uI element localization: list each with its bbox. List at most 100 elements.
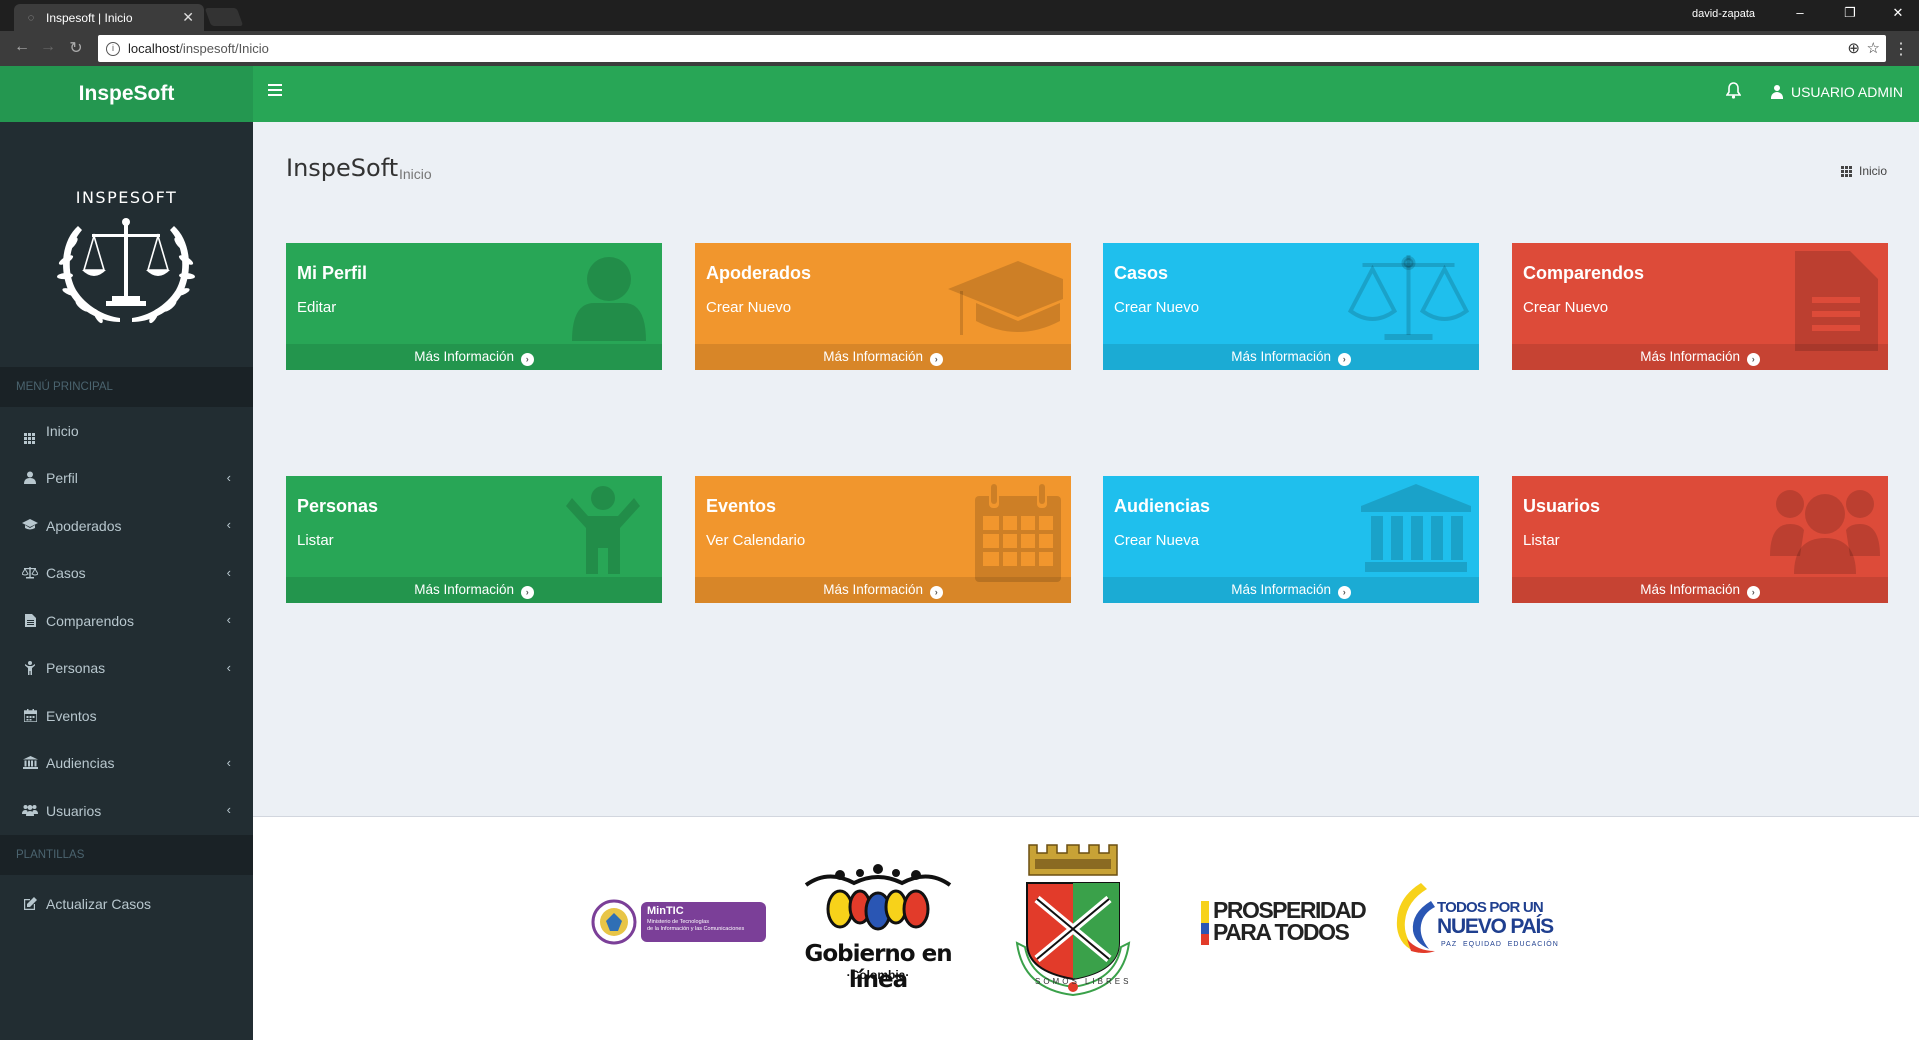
box-comparendos[interactable]: Comparendos Crear Nuevo Más Información … [1512,243,1888,370]
window-close-icon[interactable]: ✕ [1883,5,1913,21]
chevron-left-icon: ‹ [226,469,231,485]
sidebar-item-casos[interactable]: Casos ‹ [0,550,253,598]
sidebar-item-actualizar-casos[interactable]: Actualizar Casos [0,881,253,929]
user-menu[interactable]: USUARIO ADMIN [1770,84,1903,100]
sidebar-item-perfil[interactable]: Perfil ‹ [0,455,253,503]
balance-scale-icon [1347,255,1470,340]
arrow-circle-right-icon: › [929,586,943,599]
sidebar-section-templates: PLANTILLAS [0,834,253,875]
minimize-icon[interactable]: – [1785,5,1815,20]
breadcrumb[interactable]: Inicio [1840,164,1887,178]
browser-tab-strip: ◌ Inspesoft | Inicio ✕ david-zapata – ❐ … [0,0,1919,31]
sidebar-brand-name: INSPESOFT [75,188,178,207]
th-icon [22,424,38,444]
app-logo[interactable]: InspeSoft [0,66,253,122]
box-more-info-link[interactable]: Más Información › [1512,577,1888,603]
page-title: InspeSoft [286,154,399,182]
tab-close-icon[interactable]: ✕ [182,9,194,26]
mintic-subtext: Ministerio de Tecnologías de la Informaci… [647,919,765,933]
arrow-circle-right-icon: › [929,353,943,366]
gobierno-en-linea-country: ·Colombia· [846,968,910,982]
box-more-info-link[interactable]: Más Información › [286,577,662,603]
sidebar-item-personas[interactable]: Personas ‹ [0,645,253,693]
sidebar-item-comparendos[interactable]: Comparendos ‹ [0,597,253,645]
sidebar-toggle-icon[interactable] [268,84,282,98]
back-icon[interactable]: ← [12,38,32,56]
notifications-bell-icon[interactable] [1725,82,1742,104]
sidebar-item-label: Actualizar Casos [46,896,152,913]
box-more-info-link[interactable]: Más Información › [1103,344,1479,370]
scales-laurel-emblem-icon [57,218,195,324]
chevron-left-icon: ‹ [226,754,231,770]
bank-icon [22,756,38,770]
arrow-circle-right-icon: › [1337,586,1351,599]
box-audiencias[interactable]: Audiencias Crear Nueva Más Información › [1103,476,1479,603]
graduation-cap-icon [22,518,38,533]
sidebar-item-label: Eventos [46,707,97,724]
todos-por-un-nuevo-pais-logo: TODOS POR UN NUEVO PAÍS PAZ EQUIDAD EDUC… [1391,879,1561,969]
url-path: /inspesoft/Inicio [179,41,269,56]
box-subtitle: Editar [297,299,337,316]
user-name: USUARIO ADMIN [1790,84,1903,100]
restore-icon[interactable]: ❐ [1835,5,1865,21]
more-info-label: Más Información [823,582,924,597]
box-apoderados[interactable]: Apoderados Crear Nuevo Más Información › [695,243,1071,370]
box-usuarios[interactable]: Usuarios Listar Más Información › [1512,476,1888,603]
reload-icon[interactable]: ↻ [66,38,86,58]
browser-profile[interactable]: david-zapata [1692,8,1755,20]
box-title: Casos [1114,263,1169,283]
box-title: Usuarios [1523,496,1601,516]
address-bar[interactable]: i localhost/inspesoft/Inicio ⊕ ☆ [98,35,1886,62]
box-more-info-link[interactable]: Más Información › [695,344,1071,370]
child-icon [566,486,640,574]
sidebar-item-label: Comparendos [46,612,134,629]
zoom-icon[interactable]: ⊕ [1847,39,1860,57]
browser-menu-icon[interactable]: ⋮ [1893,39,1909,59]
npais-line1: TODOS POR UN [1437,899,1544,916]
bank-icon [1361,484,1471,572]
box-title: Personas [297,496,379,516]
bookmark-star-icon[interactable]: ☆ [1867,39,1880,57]
npais-line2: NUEVO PAÍS [1437,915,1554,938]
npais-line3: PAZ EQUIDAD EDUCACIÓN [1441,941,1559,948]
box-more-info-link[interactable]: Más Información › [1512,344,1888,370]
box-title: Apoderados [706,263,812,283]
edit-icon [22,897,38,911]
browser-tab[interactable]: ◌ Inspesoft | Inicio ✕ [14,4,204,31]
box-eventos[interactable]: Eventos Ver Calendario Más Información › [695,476,1071,603]
browser-toolbar: ← → ↻ i localhost/inspesoft/Inicio ⊕ ☆ ⋮ [0,31,1919,66]
user-icon [22,471,38,485]
box-more-info-link[interactable]: Más Información › [695,577,1071,603]
box-title: Comparendos [1523,263,1645,283]
gobierno-en-linea-text: Gobierno en línea [804,941,952,993]
chevron-left-icon: ‹ [226,517,231,532]
box-more-info-link[interactable]: Más Información › [1103,577,1479,603]
new-tab-button[interactable] [204,8,244,26]
more-info-label: Más Información [1231,349,1332,364]
app-header: InspeSoft USUARIO ADMIN [0,66,1919,122]
graduation-cap-icon [948,261,1063,335]
box-mi-perfil[interactable]: Mi Perfil Editar Más Información › [286,243,662,370]
arrow-circle-right-icon: › [1746,586,1760,599]
sidebar-item-audiencias[interactable]: Audiencias ‹ [0,740,253,788]
info-icon[interactable]: i [106,41,120,56]
sidebar-section-main: MENÚ PRINCIPAL [0,367,253,407]
box-title: Eventos [706,496,777,516]
box-casos[interactable]: Casos Crear Nuevo Más Información › [1103,243,1479,370]
mintic-sub2: de la Información y las Comunicaciones [647,926,745,932]
box-subtitle: Crear Nueva [1114,532,1200,549]
shield-motto: SOMOS LIBRES [1035,977,1132,986]
sidebar-item-label: Casos [46,565,86,582]
sidebar-item-apoderados[interactable]: Apoderados ‹ [0,502,253,550]
forward-icon[interactable]: → [38,38,58,56]
sidebar-item-eventos[interactable]: Eventos [0,692,253,740]
box-personas[interactable]: Personas Listar Más Información › [286,476,662,603]
box-more-info-link[interactable]: Más Información › [286,344,662,370]
sidebar-item-inicio[interactable]: Inicio [0,407,253,455]
user-icon [1770,85,1783,99]
url-host: localhost [128,41,180,56]
sidebar: INSPESOFT MENÚ PRINCIPAL Inicio Perfil ‹… [0,122,253,1040]
more-info-label: Más Información [1640,349,1741,364]
users-icon [1770,490,1880,574]
sidebar-item-usuarios[interactable]: Usuarios ‹ [0,787,253,835]
